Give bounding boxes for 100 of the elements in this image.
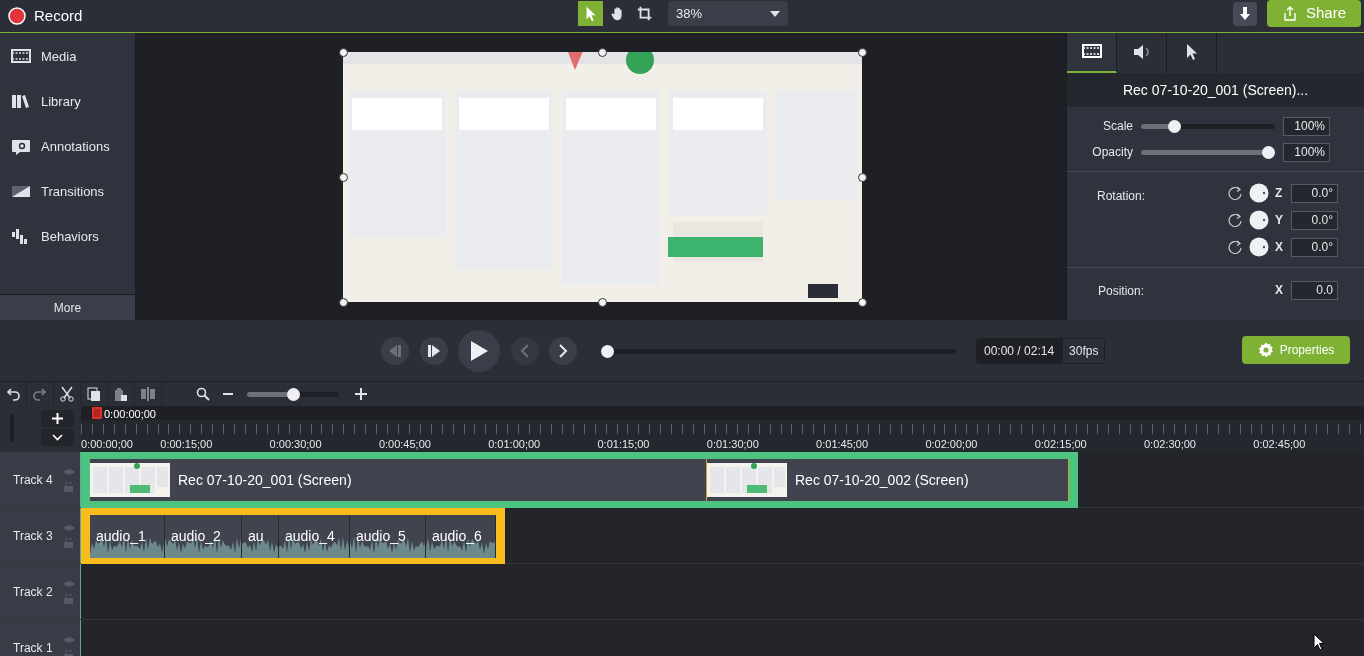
play-button[interactable] [458, 330, 500, 372]
share-icon [1282, 5, 1298, 22]
callout-icon [11, 137, 31, 157]
copy-icon [87, 386, 101, 402]
zoom-slider-track[interactable] [247, 387, 339, 401]
audio-clip[interactable]: audio_1 [90, 515, 165, 558]
chevron-right-icon [558, 344, 568, 358]
search-icon [196, 387, 210, 401]
collapse-button[interactable] [41, 429, 74, 446]
zoom-in-button[interactable] [355, 388, 367, 400]
audio-clip[interactable]: audio_2 [165, 515, 242, 558]
dial-icon [1249, 210, 1269, 230]
slider-label: Opacity [1091, 144, 1134, 161]
plus-icon [355, 388, 367, 400]
clip-group[interactable]: Rec 07-10-20_001 (Screen) Rec 07-10-20_002 (Screen) [81, 452, 1078, 508]
chevron-left-icon [520, 344, 530, 358]
track-name: Track 4 [13, 471, 53, 489]
gear-icon [1257, 342, 1274, 358]
frame-rate: 30fps [1063, 339, 1105, 363]
panel-tab[interactable] [1067, 33, 1117, 73]
cut-icon [60, 386, 74, 402]
dial-icon [1249, 183, 1269, 203]
sidebar-item[interactable]: Library [0, 90, 135, 114]
resize-handle[interactable] [857, 297, 867, 307]
axis-label: Y [1275, 212, 1284, 229]
time-ruler[interactable]: 0:00:00;00 0:00:15;00 0:00:30;00 0:00:45;00 0:01:00;00 0:01:15;00 0:01:30;00 0:01:45;00 0:02:00;00 0:02:15;00 0:02:30;00 0:02:45;00 0:00:00;00 [81, 406, 1364, 452]
step-back-button[interactable] [381, 337, 409, 365]
sidebar-item[interactable]: Behaviors [0, 225, 135, 249]
record-button[interactable]: Record [8, 2, 83, 30]
playhead-time: 0:00:00;00 [104, 407, 156, 422]
time-label: 0:00:00;00 [81, 437, 133, 452]
scrubber-thumb[interactable] [601, 345, 614, 358]
playhead-icon [91, 406, 103, 420]
audio-clip[interactable]: audio_5 [350, 515, 426, 558]
value-field[interactable]: 0.0° [1291, 210, 1338, 230]
rotate-icon [1227, 185, 1243, 201]
audio-clip[interactable]: audio_6 [426, 515, 496, 558]
track-name: Track 2 [13, 583, 53, 601]
track-lane[interactable]: audio_1 audio_2 au audio_4 audio_5 audio_6 [81, 508, 1364, 563]
time-label: 0:02:15;00 [1034, 437, 1087, 452]
rotate-icon [1227, 239, 1243, 255]
value-field[interactable]: 0.0° [1291, 237, 1338, 257]
time-label: 0:01:15;00 [597, 437, 650, 452]
time-label: 0:02:00;00 [925, 437, 978, 452]
clip-label: audio_5 [356, 527, 406, 546]
crop-icon [635, 4, 654, 23]
time-label: 0:01:00;00 [488, 437, 541, 452]
sidebar-item[interactable]: Annotations [0, 135, 135, 159]
split-icon [140, 387, 156, 401]
record-icon [8, 7, 26, 25]
caret-icon [770, 10, 780, 17]
resize-handle[interactable] [857, 47, 867, 57]
axis-label: Z [1275, 185, 1284, 202]
track-lane[interactable]: Rec 07-10-20_001 (Screen) Rec 07-10-20_002 (Screen) [81, 452, 1364, 507]
resize-handle[interactable] [857, 172, 867, 182]
minus-icon [223, 393, 233, 395]
sidebar-item[interactable]: Media [0, 45, 135, 69]
next-marker-button[interactable] [549, 337, 577, 365]
axis-label: X [1275, 282, 1284, 299]
clip-group[interactable]: audio_1 audio_2 au audio_4 audio_5 audio_6 [81, 508, 505, 565]
dial-icon [1249, 237, 1269, 257]
position-label: Position: [1098, 283, 1145, 300]
value-field[interactable]: 0.0° [1291, 183, 1338, 203]
more-button[interactable]: More [0, 294, 135, 320]
clip-label: au [248, 527, 264, 546]
resize-handle[interactable] [598, 47, 607, 57]
clip-label: Rec 07-10-20_001 (Screen) [178, 470, 352, 490]
slider-thumb[interactable] [1167, 119, 1181, 133]
value-field[interactable]: 100% [1283, 142, 1330, 162]
resize-handle[interactable] [338, 172, 348, 182]
slider-track[interactable] [1141, 119, 1275, 133]
resize-handle[interactable] [338, 47, 348, 57]
resize-handle[interactable] [598, 297, 607, 307]
speaker-icon [1131, 42, 1152, 62]
audio-clip[interactable]: au [242, 515, 279, 558]
clip-label: audio_2 [171, 527, 221, 546]
slider-thumb[interactable] [1262, 145, 1275, 159]
axis-label: X [1275, 239, 1284, 256]
zoom-dropdown[interactable]: 38% [668, 1, 788, 26]
slider-track[interactable] [1141, 145, 1275, 159]
track-name: Track 3 [13, 527, 53, 545]
zoom-slider-thumb[interactable] [286, 387, 300, 401]
rotation-label: Rotation: [1097, 188, 1146, 205]
resize-handle[interactable] [338, 297, 348, 307]
video-clip[interactable]: Rec 07-10-20_001 (Screen) [90, 459, 707, 501]
value-field[interactable]: 100% [1283, 116, 1330, 136]
sidebar-item[interactable]: Transitions [0, 180, 135, 204]
audio-clip[interactable]: audio_4 [279, 515, 350, 558]
clip-label: Rec 07-10-20_002 (Screen) [795, 470, 969, 490]
scrubber-track[interactable] [601, 345, 956, 358]
add-track-button[interactable] [41, 410, 74, 427]
video-clip[interactable]: Rec 07-10-20_002 (Screen) [707, 459, 1069, 501]
value-field[interactable]: 0.0 [1291, 280, 1338, 300]
play-icon [469, 340, 489, 362]
slider-label: Scale [1101, 118, 1134, 135]
step-forward-button[interactable] [420, 337, 448, 365]
time-label: 0:02:30;00 [1144, 437, 1196, 452]
plus-icon [52, 413, 63, 424]
download-button[interactable] [1233, 2, 1257, 26]
previous-marker-button[interactable] [511, 337, 539, 365]
